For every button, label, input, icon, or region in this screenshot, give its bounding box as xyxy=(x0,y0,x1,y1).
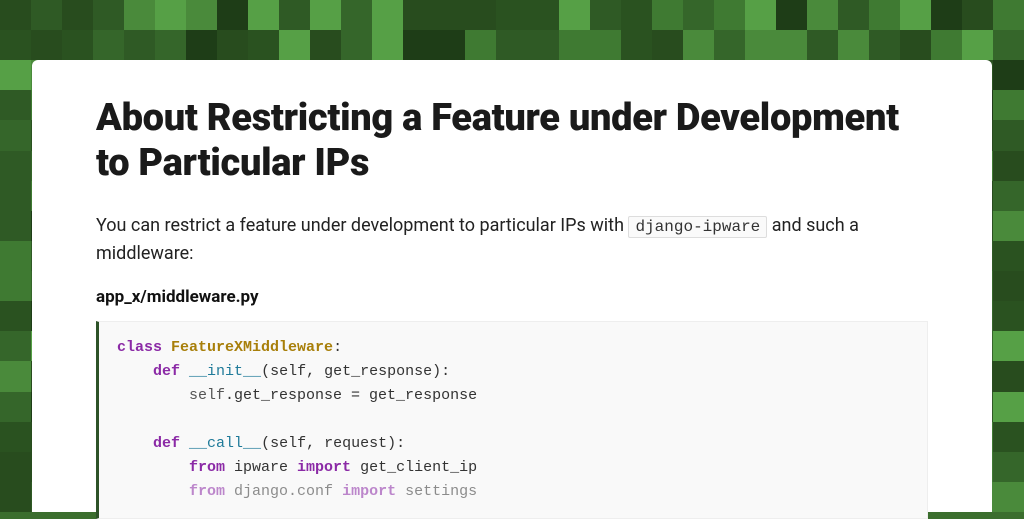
code-block: class FeatureXMiddleware: def __init__(s… xyxy=(96,321,928,519)
article-title: About Restricting a Feature under Develo… xyxy=(96,96,928,186)
inline-code-package: django-ipware xyxy=(628,216,767,238)
intro-text-before: You can restrict a feature under develop… xyxy=(96,215,628,236)
code-filename: app_x/middleware.py xyxy=(96,287,928,307)
article-card: About Restricting a Feature under Develo… xyxy=(32,60,992,512)
intro-paragraph: You can restrict a feature under develop… xyxy=(96,212,928,268)
